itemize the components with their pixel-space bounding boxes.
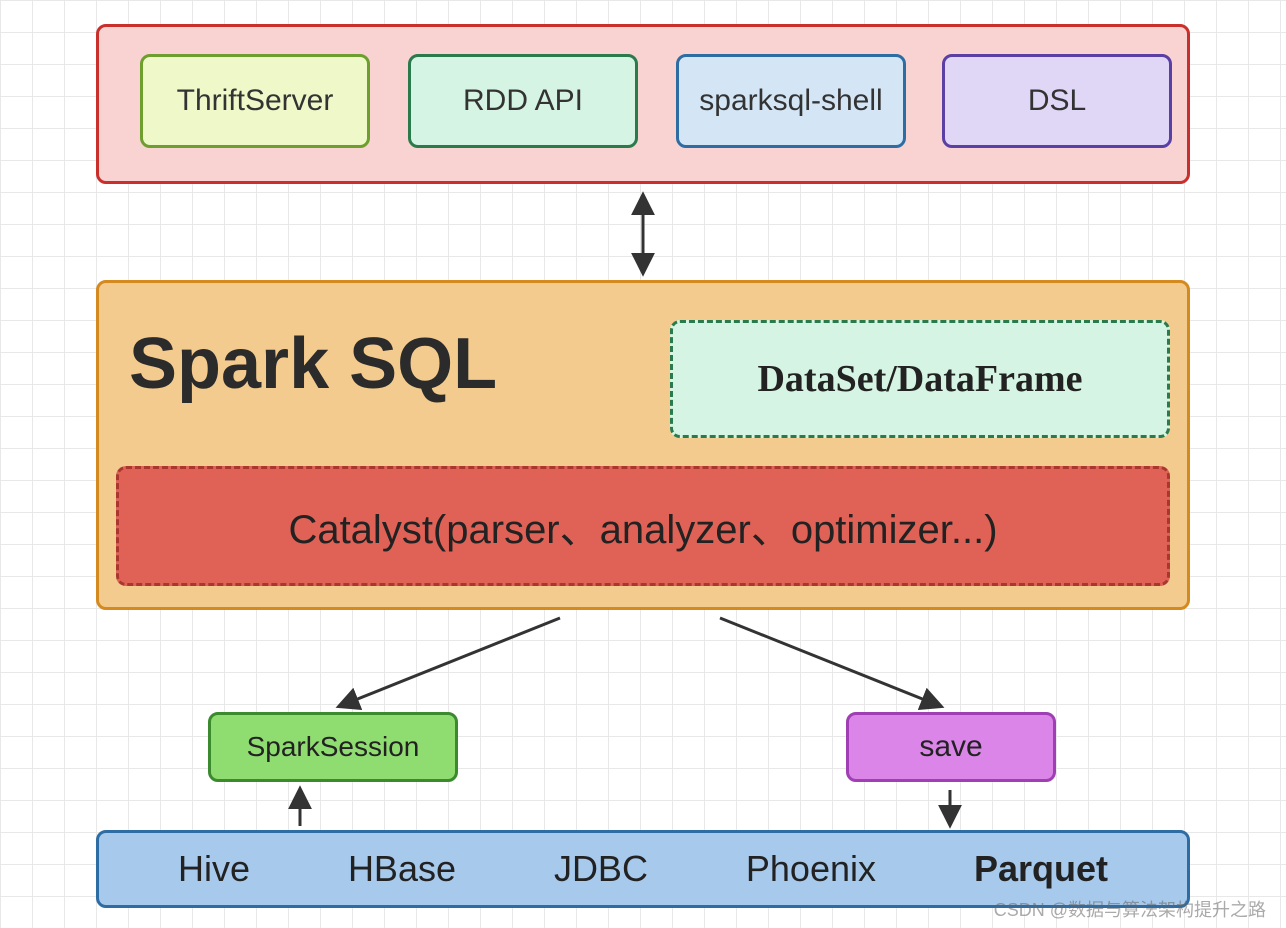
source-hbase: HBase <box>348 848 456 890</box>
sparksession-box: SparkSession <box>208 712 458 782</box>
api-dsl: DSL <box>942 54 1172 148</box>
dataset-dataframe-box: DataSet/DataFrame <box>670 320 1170 438</box>
source-hive: Hive <box>178 848 250 890</box>
watermark: CSDN @数据与算法架构提升之路 <box>994 896 1266 922</box>
arrow-mid-sparksession <box>340 618 560 706</box>
source-jdbc: JDBC <box>554 848 648 890</box>
catalyst-box: Catalyst(parser、analyzer、optimizer...) <box>116 466 1170 586</box>
save-box: save <box>846 712 1056 782</box>
api-thriftserver: ThriftServer <box>140 54 370 148</box>
source-parquet: Parquet <box>974 848 1108 890</box>
source-phoenix: Phoenix <box>746 848 876 890</box>
arrow-mid-save <box>720 618 940 706</box>
api-sparksql-shell: sparksql-shell <box>676 54 906 148</box>
api-rdd: RDD API <box>408 54 638 148</box>
sparksql-title: Spark SQL <box>129 323 497 405</box>
